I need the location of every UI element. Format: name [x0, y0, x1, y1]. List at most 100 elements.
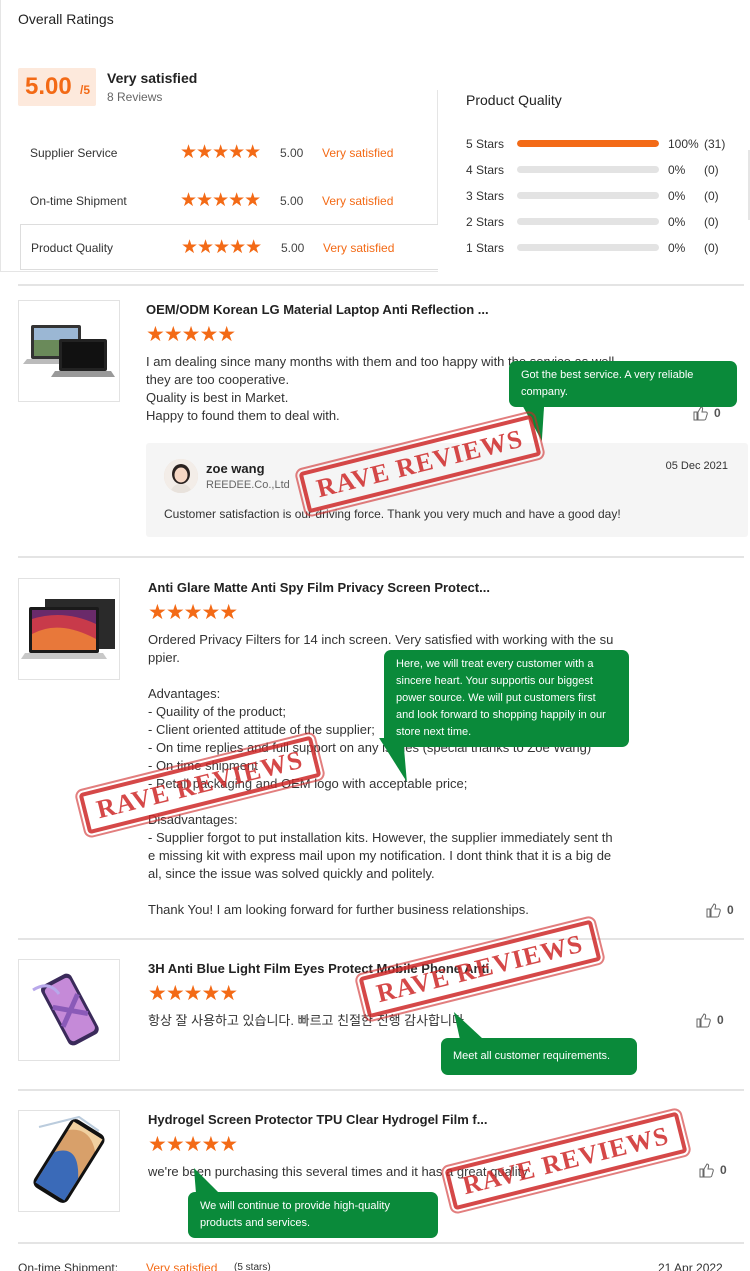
like-count: 0 — [727, 903, 734, 917]
like-count: 0 — [720, 1163, 727, 1177]
rating-bar-count: (0) — [704, 241, 719, 255]
like-count: 0 — [717, 1013, 724, 1027]
section-divider — [18, 1242, 744, 1244]
rave-reviews-stamp: RAVE REVIEWS — [354, 910, 606, 1028]
avatar — [164, 459, 198, 493]
overall-satisfaction: Very satisfied — [107, 70, 198, 86]
footer-date: 21 Apr 2022 07:20 — [658, 1261, 723, 1271]
overall-ratings-title: Overall Ratings — [18, 11, 114, 27]
reply-company: REEDEE.Co.,Ltd — [206, 479, 290, 491]
promo-bubble: Here, we will treat every customer with … — [384, 650, 629, 747]
rating-bar-5-stars: 5 Stars 100% (31) — [466, 134, 750, 154]
category-row-supplier-service[interactable]: Supplier Service ★★★★★ 5.00 Very satisfi… — [20, 130, 438, 176]
reply-date: 05 Dec 2021 — [665, 460, 728, 472]
rating-bar-fill — [517, 140, 659, 147]
rating-bar-count: (31) — [704, 137, 726, 151]
rating-bar-count: (0) — [704, 189, 719, 203]
category-satisfaction: Very satisfied — [323, 241, 395, 255]
product-thumbnail[interactable] — [18, 578, 120, 680]
rating-bar-percent: 0% — [668, 241, 686, 255]
product-title[interactable]: OEM/ODM Korean LG Material Laptop Anti R… — [146, 302, 489, 317]
thumbs-up-icon — [696, 1013, 711, 1028]
rating-bar-track — [517, 140, 659, 147]
rating-bar-label: 1 Stars — [466, 241, 505, 255]
category-label: Supplier Service — [30, 146, 118, 160]
promo-bubble: Meet all customer requirements. — [441, 1038, 637, 1075]
panel-divider — [437, 90, 438, 224]
section-divider — [18, 1089, 744, 1091]
review-stars: ★★★★★ — [148, 1133, 238, 1156]
rating-bar-2-stars: 2 Stars 0% (0) — [466, 212, 750, 232]
footer-satisfaction: Very satisfied — [146, 1261, 218, 1271]
footer-label: On-time Shipment: — [18, 1261, 119, 1271]
product-thumbnail[interactable] — [18, 959, 120, 1061]
rating-bar-track — [517, 244, 659, 251]
rating-bar-label: 4 Stars — [466, 163, 505, 177]
rating-bar-4-stars: 4 Stars 0% (0) — [466, 160, 750, 180]
rating-bar-track — [517, 218, 659, 225]
category-value: 5.00 — [280, 146, 304, 160]
like-button[interactable]: 0 — [705, 902, 734, 918]
category-label: Product Quality — [31, 241, 114, 255]
rating-bar-1-stars: 1 Stars 0% (0) — [466, 238, 750, 258]
category-label: On-time Shipment — [30, 194, 127, 208]
rating-bar-label: 5 Stars — [466, 137, 505, 151]
like-button[interactable]: 0 — [695, 1012, 724, 1028]
rating-bar-percent: 0% — [668, 163, 686, 177]
reply-message: Customer satisfaction is our driving for… — [164, 507, 621, 521]
review-stars: ★★★★★ — [148, 982, 238, 1005]
category-row-on-time-shipment[interactable]: On-time Shipment ★★★★★ 5.00 Very satisfi… — [20, 178, 438, 224]
section-divider — [18, 938, 744, 940]
category-satisfaction: Very satisfied — [322, 146, 394, 160]
person-avatar-image — [164, 459, 198, 493]
promo-bubble: We will continue to provide high-quality… — [188, 1192, 438, 1238]
rating-bar-label: 3 Stars — [466, 189, 505, 203]
product-thumbnail[interactable] — [18, 1110, 120, 1212]
review-stars: ★★★★★ — [146, 323, 236, 346]
rating-bar-label: 2 Stars — [466, 215, 505, 229]
product-quality-title: Product Quality — [466, 92, 562, 108]
category-stars: ★★★★★ — [180, 190, 261, 211]
rating-bar-percent: 100% — [668, 137, 699, 151]
category-stars: ★★★★★ — [180, 142, 261, 163]
product-thumbnail[interactable] — [18, 300, 120, 402]
category-value: 5.00 — [281, 241, 305, 255]
promo-bubble: Got the best service. A very reliable co… — [509, 361, 737, 407]
category-row-product-quality[interactable]: Product Quality ★★★★★ 5.00 Very satisfie… — [20, 224, 438, 270]
macbook-image — [21, 599, 115, 659]
footer-stars-note: (5 stars) — [234, 1262, 271, 1271]
category-value: 5.00 — [280, 194, 304, 208]
phone-film-image — [29, 973, 107, 1046]
hydrogel-film-image — [33, 1115, 105, 1203]
reply-author-name: zoe wang — [206, 461, 265, 476]
category-satisfaction: Very satisfied — [322, 194, 394, 208]
like-button[interactable]: 0 — [698, 1162, 727, 1178]
product-title[interactable]: Hydrogel Screen Protector TPU Clear Hydr… — [148, 1112, 488, 1127]
overall-score-max: /5 — [80, 83, 91, 97]
thumbs-up-icon — [706, 903, 721, 918]
overall-score-badge: 5.00 /5 — [18, 68, 96, 106]
product-title[interactable]: Anti Glare Matte Anti Spy Film Privacy S… — [148, 580, 490, 595]
section-divider — [18, 556, 744, 558]
rating-bar-track — [517, 192, 659, 199]
category-stars: ★★★★★ — [181, 237, 262, 258]
footer-rating-row: On-time Shipment: Very satisfied (5 star… — [18, 1261, 750, 1271]
rating-bar-3-stars: 3 Stars 0% (0) — [466, 186, 750, 206]
section-divider — [18, 284, 744, 286]
rating-bar-percent: 0% — [668, 189, 686, 203]
panel-left-border — [0, 0, 1, 272]
like-button[interactable]: 0 — [692, 405, 721, 421]
laptop-image — [23, 325, 115, 377]
panel-bottom-border — [0, 271, 438, 272]
overall-score: 5.00 — [25, 73, 72, 100]
thumbs-up-icon — [693, 406, 708, 421]
rating-bar-track — [517, 166, 659, 173]
review-stars: ★★★★★ — [148, 601, 238, 624]
rating-bar-count: (0) — [704, 215, 719, 229]
rating-bar-percent: 0% — [668, 215, 686, 229]
overall-reviews-count: 8 Reviews — [107, 90, 163, 104]
like-count: 0 — [714, 406, 721, 420]
rating-bar-count: (0) — [704, 163, 719, 177]
review-text: 항상 잘 사용하고 있습니다. 빠르고 친절한 진행 감사합니다. — [148, 1013, 468, 1028]
thumbs-up-icon — [699, 1163, 714, 1178]
